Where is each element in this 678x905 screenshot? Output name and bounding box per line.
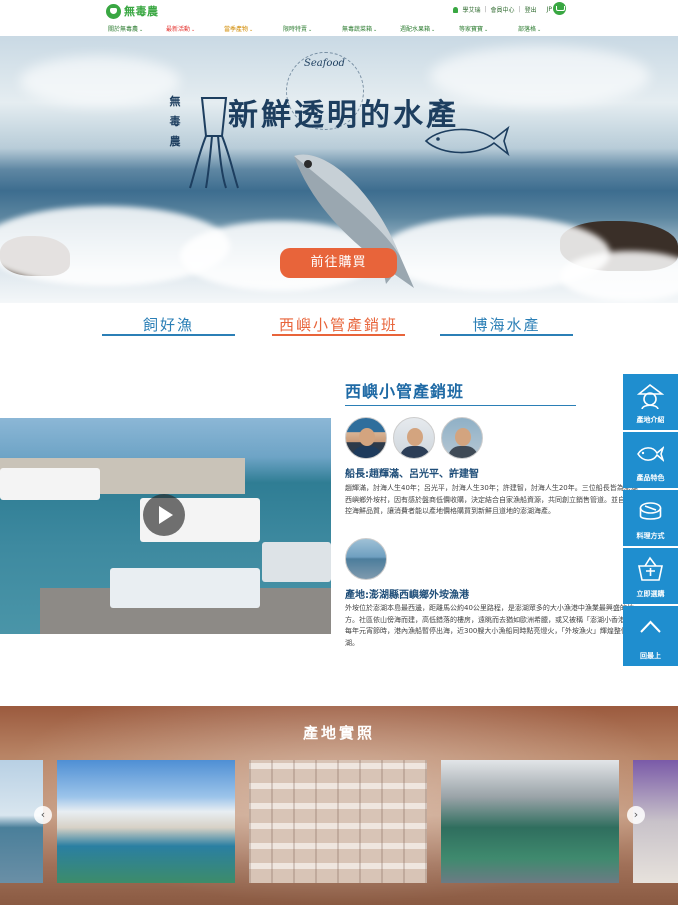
boat [262,542,331,582]
tab-xiyu-squid[interactable]: 西嶼小管產銷班 [272,314,405,335]
brand-vertical: 無 毒 農 [168,92,182,152]
chevron-down-icon: ⌄ [373,27,378,33]
chevron-down-icon: ⌄ [431,27,436,33]
nav-item-baby[interactable]: 等家寶寶⌄ [459,24,488,33]
body [352,446,382,458]
gallery-title: 產地實照 [302,724,375,742]
sushi-icon [639,502,662,520]
buy-now-button[interactable]: 前往購買 [280,248,397,278]
title-rule [345,405,576,406]
nav-item-fruit-box[interactable]: 週配水果箱⌄ [400,24,435,33]
play-icon[interactable] [143,494,185,536]
hero-title: 新鮮透明的水產 [228,98,459,133]
nav-label: 當季產物 [224,26,249,33]
brand-char: 無 [169,95,181,108]
nav-label: 最新活動 [166,26,191,33]
tab-sihaoyu[interactable]: 飼好漁 [102,314,235,335]
tab-underline [440,334,573,336]
nav-label: 週配水果箱 [400,26,431,33]
tab-underline [102,334,235,336]
site-header: 無毒農 學艾瑞 | 會員中心 | 登出 JP · EN 關於無毒農⌄ 最新活動⌄… [0,0,678,36]
gallery-photo[interactable] [441,760,619,883]
chevron-down-icon: ⌄ [249,27,254,33]
divider: | [484,6,487,13]
member-center-link[interactable]: 會員中心 [491,5,515,14]
nav-label: 部落格 [518,26,537,33]
back-to-top-button[interactable]: 回最上 [623,606,678,666]
face [455,428,471,446]
net-texture [249,760,427,883]
nav-item-about[interactable]: 關於無毒農⌄ [108,24,143,33]
page: 無毒農 學艾瑞 | 會員中心 | 登出 JP · EN 關於無毒農⌄ 最新活動⌄… [0,0,678,905]
hero-banner: Seafood 無 毒 農 新鮮透明的水產 前往購買 [0,36,678,303]
side-item-label: 產品特色 [636,474,665,482]
nav-label: 限時特賣 [283,26,308,33]
farmer-icon [637,383,664,409]
origin-heading: 產地:澎湖縣西嶼鄉外垵漁港 [345,590,469,601]
chevron-down-icon: ⌄ [537,27,542,33]
side-item-origin[interactable]: 產地介紹 [623,374,678,430]
nav-item-veg-box[interactable]: 無毒蔬菜箱⌄ [342,24,377,33]
gallery-prev-button[interactable]: ‹ [34,806,52,824]
side-item-shop[interactable]: 立即選購 [623,548,678,604]
nav-label: 等家寶寶 [459,26,484,33]
gallery-next-button[interactable]: › [627,806,645,824]
avatar-captain-3 [441,417,483,459]
body [448,446,478,458]
avatar-captain-1 [345,417,387,459]
chevron-down-icon: ⌄ [139,27,144,33]
divider: | [518,6,521,13]
side-item-label: 回最上 [640,652,661,660]
logo-text: 無毒農 [124,5,159,18]
avatar-captain-2 [393,417,435,459]
nav-item-flash-sale[interactable]: 限時特賣⌄ [283,24,312,33]
seafood-badge: Seafood [304,58,345,69]
avatar-harbor [345,538,387,580]
wave-splash [560,251,678,301]
cloud [20,56,180,106]
basket-icon [638,556,663,581]
fish-icon [637,446,664,462]
nav-item-blog[interactable]: 部落格⌄ [518,24,541,33]
side-item-label: 產地介紹 [636,416,665,424]
username-link[interactable]: 學艾瑞 [463,5,481,14]
nav-label: 關於無毒農 [108,26,139,33]
nav-label: 無毒蔬菜箱 [342,26,373,33]
site-logo[interactable]: 無毒農 [106,3,159,19]
logout-link[interactable]: 登出 [525,5,537,14]
boat [110,568,260,608]
side-item-label: 料理方式 [636,532,665,540]
origin-gallery: 產地實照 ‹ › [0,706,678,905]
side-item-cooking[interactable]: 料理方式 [623,490,678,546]
boat [0,468,100,500]
gallery-photo[interactable] [249,760,427,883]
chevron-down-icon: ⌄ [484,27,489,33]
brand-char: 毒 [169,115,181,128]
gallery-photo[interactable] [57,760,235,883]
face [359,428,375,446]
tab-underline-active [272,334,405,336]
chevron-down-icon: ⌄ [308,27,313,33]
chevron-down-icon: ⌄ [191,27,196,33]
brand-char: 農 [169,135,181,148]
nav-item-events[interactable]: 最新活動⌄ [166,24,195,33]
producer-tabs: 飼好漁 西嶼小管產銷班 博海水產 [0,308,678,342]
body [400,446,430,458]
cloud [430,46,650,106]
user-icon [452,6,458,13]
cart-icon[interactable] [553,2,566,15]
captains-description: 趙輝滿，討海人生40年；呂光平，討海人生30年；許建智，討海人生20年。三位船長… [345,484,639,515]
captains-heading: 船長:趙輝滿、呂光平、許建智 [345,469,479,480]
side-item-label: 立即選購 [636,590,665,598]
logo-icon [106,3,121,19]
utility-links: 學艾瑞 | 會員中心 | 登出 JP · EN [452,5,566,14]
nav-item-seasonal[interactable]: 當季產物⌄ [224,24,253,33]
side-item-features[interactable]: 產品特色 [623,432,678,488]
producer-title: 西嶼小管產銷班 [345,382,465,401]
tab-bohai[interactable]: 博海水產 [440,314,573,335]
face [407,428,423,446]
chevron-up-icon [640,620,661,633]
harbor-video[interactable] [0,418,331,634]
origin-description: 外垵位於澎湖本島最西邊，距離馬公約40公里路程，是澎湖眾多的大小漁港中漁業最興盛… [345,604,636,647]
